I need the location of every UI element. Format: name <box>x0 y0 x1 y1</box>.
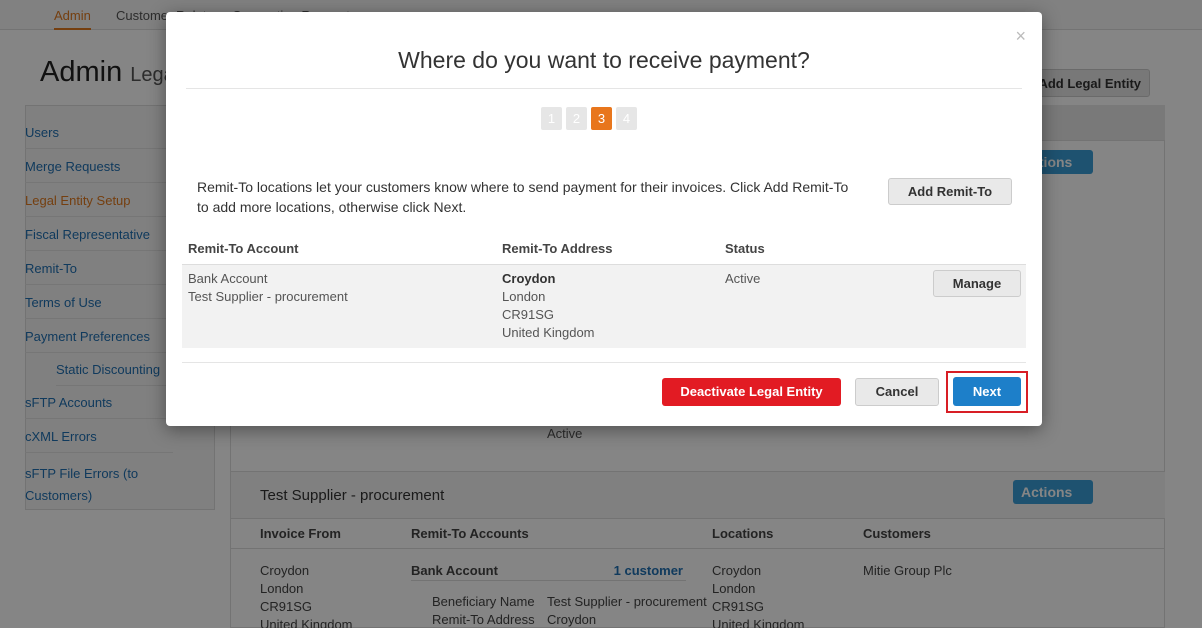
deactivate-legal-entity-button[interactable]: Deactivate Legal Entity <box>662 378 841 406</box>
step-2: 2 <box>566 107 587 130</box>
divider <box>182 362 1026 363</box>
address-city: Croydon <box>502 271 556 286</box>
divider <box>186 88 1022 89</box>
remit-to-account-cell: Bank Account Test Supplier - procurement <box>188 270 348 306</box>
address-line: London <box>502 289 546 304</box>
column-status: Status <box>725 241 765 256</box>
account-name: Test Supplier - procurement <box>188 289 348 304</box>
close-icon[interactable]: × <box>1015 26 1026 47</box>
address-line: CR91SG <box>502 307 555 322</box>
status-cell: Active <box>725 271 761 286</box>
add-remit-to-button[interactable]: Add Remit-To <box>888 178 1012 205</box>
address-line: United Kingdom <box>502 325 595 340</box>
step-3-current: 3 <box>591 107 612 130</box>
column-remit-to-address: Remit-To Address <box>502 241 613 256</box>
step-4: 4 <box>616 107 637 130</box>
step-1: 1 <box>541 107 562 130</box>
next-button[interactable]: Next <box>953 377 1021 406</box>
cancel-button[interactable]: Cancel <box>855 378 939 406</box>
remit-to-address-cell: Croydon London CR91SG United Kingdom <box>502 270 595 342</box>
intro-text: Remit-To locations let your customers kn… <box>197 179 849 215</box>
remit-to-modal: × Where do you want to receive payment? … <box>166 12 1042 426</box>
column-remit-to-account: Remit-To Account <box>188 241 299 256</box>
manage-button[interactable]: Manage <box>933 270 1021 297</box>
modal-title: Where do you want to receive payment? <box>398 47 810 73</box>
account-type: Bank Account <box>188 271 268 286</box>
